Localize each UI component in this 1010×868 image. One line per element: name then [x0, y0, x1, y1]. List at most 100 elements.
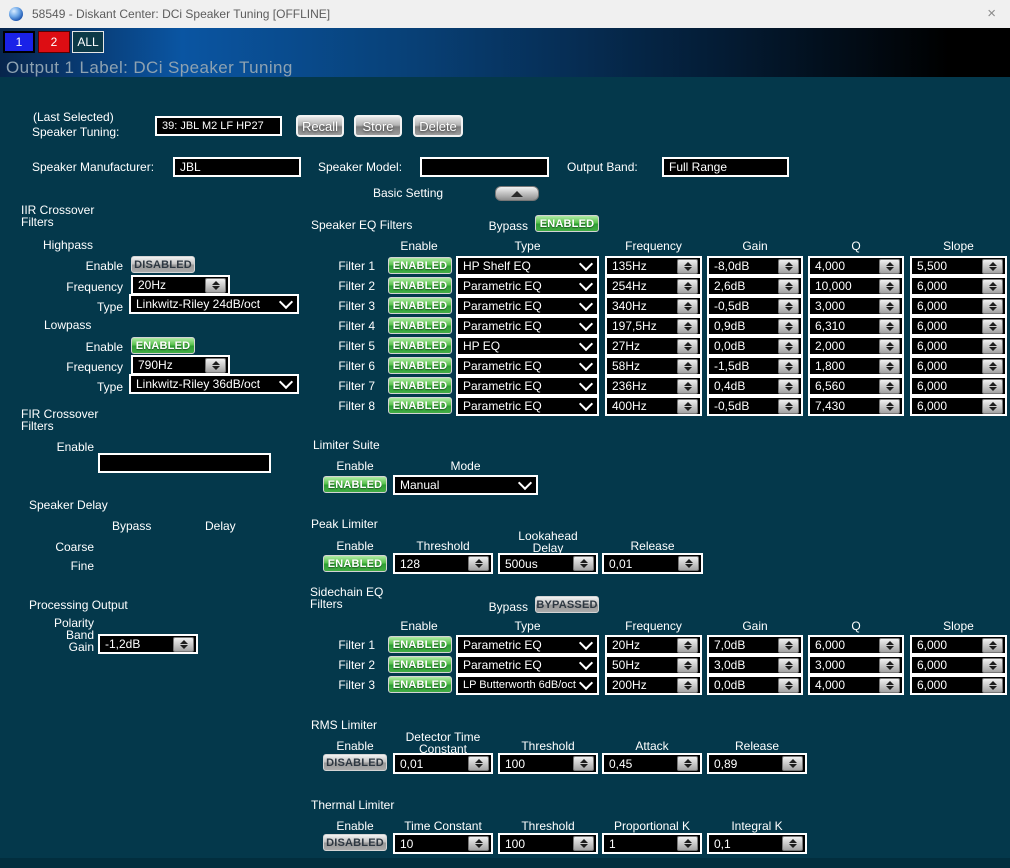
filter-enable-toggle[interactable]: ENABLED	[388, 676, 452, 693]
fir-enable-field[interactable]	[98, 453, 271, 473]
stepper-icon[interactable]	[677, 756, 698, 771]
stepper-icon[interactable]	[778, 379, 799, 394]
filter-q-field[interactable]: 6,310	[808, 316, 904, 336]
stepper-icon[interactable]	[677, 836, 698, 851]
filter-slope-field[interactable]: 6,000	[910, 376, 1007, 396]
filter-slope-field[interactable]: 6,000	[910, 635, 1007, 655]
lp-type-select[interactable]: Linkwitz-Riley 36dB/oct	[129, 374, 299, 394]
filter-frequency-field[interactable]: 254Hz	[605, 276, 702, 296]
band-gain-field[interactable]: -1,2dB	[98, 634, 198, 654]
filter-type-select[interactable]: Parametric EQ	[456, 276, 599, 296]
filter-type-select[interactable]: Parametric EQ	[456, 376, 599, 396]
filter-q-field[interactable]: 10,000	[808, 276, 904, 296]
filter-q-field[interactable]: 1,800	[808, 356, 904, 376]
filter-slope-field[interactable]: 6,000	[910, 655, 1007, 675]
filter-frequency-field[interactable]: 135Hz	[605, 256, 702, 276]
stepper-icon[interactable]	[677, 658, 698, 673]
stepper-icon[interactable]	[879, 279, 900, 294]
stepper-icon[interactable]	[879, 638, 900, 653]
filter-slope-field[interactable]: 6,000	[910, 356, 1007, 376]
stepper-icon[interactable]	[778, 678, 799, 693]
stepper-icon[interactable]	[677, 339, 698, 354]
stepper-icon[interactable]	[677, 399, 698, 414]
speaker-manufacturer-input[interactable]: JBL	[173, 157, 301, 177]
limiter-enable-toggle[interactable]: ENABLED	[323, 476, 387, 493]
filter-type-select[interactable]: Parametric EQ	[456, 316, 599, 336]
filter-frequency-field[interactable]: 27Hz	[605, 336, 702, 356]
hp-enable-toggle[interactable]: DISABLED	[131, 256, 195, 273]
filter-q-field[interactable]: 2,000	[808, 336, 904, 356]
filter-q-field[interactable]: 4,000	[808, 256, 904, 276]
filter-enable-toggle[interactable]: ENABLED	[388, 317, 452, 334]
filter-slope-field[interactable]: 6,000	[910, 396, 1007, 416]
filter-slope-field[interactable]: 6,000	[910, 296, 1007, 316]
filter-type-select[interactable]: LP Butterworth 6dB/oct	[456, 675, 599, 695]
speaker-tuning-input[interactable]: 39: JBL M2 LF HP27	[155, 116, 282, 136]
filter-gain-field[interactable]: 0,0dB	[707, 675, 803, 695]
stepper-icon[interactable]	[205, 358, 226, 373]
stepper-icon[interactable]	[982, 678, 1003, 693]
filter-frequency-field[interactable]: 400Hz	[605, 396, 702, 416]
stepper-icon[interactable]	[468, 756, 489, 771]
tab-all[interactable]: ALL	[72, 31, 104, 53]
filter-q-field[interactable]: 3,000	[808, 655, 904, 675]
filter-enable-toggle[interactable]: ENABLED	[388, 377, 452, 394]
stepper-icon[interactable]	[677, 319, 698, 334]
stepper-icon[interactable]	[778, 359, 799, 374]
stepper-icon[interactable]	[879, 339, 900, 354]
thermal-integral-field[interactable]: 0,1	[707, 833, 807, 854]
filter-q-field[interactable]: 6,560	[808, 376, 904, 396]
stepper-icon[interactable]	[879, 259, 900, 274]
stepper-icon[interactable]	[982, 259, 1003, 274]
filter-slope-field[interactable]: 5,500	[910, 256, 1007, 276]
stepper-icon[interactable]	[782, 756, 803, 771]
stepper-icon[interactable]	[982, 279, 1003, 294]
stepper-icon[interactable]	[677, 259, 698, 274]
filter-q-field[interactable]: 7,430	[808, 396, 904, 416]
stepper-icon[interactable]	[778, 339, 799, 354]
stepper-icon[interactable]	[982, 379, 1003, 394]
stepper-icon[interactable]	[778, 399, 799, 414]
stepper-icon[interactable]	[879, 678, 900, 693]
stepper-icon[interactable]	[879, 399, 900, 414]
filter-type-select[interactable]: Parametric EQ	[456, 296, 599, 316]
filter-enable-toggle[interactable]: ENABLED	[388, 636, 452, 653]
stepper-icon[interactable]	[205, 278, 226, 293]
filter-enable-toggle[interactable]: ENABLED	[388, 297, 452, 314]
stepper-icon[interactable]	[677, 359, 698, 374]
filter-gain-field[interactable]: 2,6dB	[707, 276, 803, 296]
stepper-icon[interactable]	[778, 279, 799, 294]
store-button[interactable]: Store	[354, 115, 402, 137]
filter-gain-field[interactable]: 0,4dB	[707, 376, 803, 396]
filter-type-select[interactable]: Parametric EQ	[456, 396, 599, 416]
thermal-threshold-field[interactable]: 100	[498, 833, 598, 854]
sidechain-bypass-toggle[interactable]: BYPASSED	[535, 596, 599, 613]
filter-frequency-field[interactable]: 58Hz	[605, 356, 702, 376]
rms-detector-field[interactable]: 0,01	[393, 753, 493, 774]
stepper-icon[interactable]	[782, 836, 803, 851]
stepper-icon[interactable]	[879, 359, 900, 374]
filter-gain-field[interactable]: -8,0dB	[707, 256, 803, 276]
filter-type-select[interactable]: Parametric EQ	[456, 635, 599, 655]
lp-enable-toggle[interactable]: ENABLED	[131, 337, 195, 354]
stepper-icon[interactable]	[982, 399, 1003, 414]
tab-output-1[interactable]: 1	[3, 31, 35, 53]
stepper-icon[interactable]	[778, 299, 799, 314]
peak-lookahead-field[interactable]: 500us	[498, 553, 598, 574]
stepper-icon[interactable]	[573, 836, 594, 851]
stepper-icon[interactable]	[879, 299, 900, 314]
stepper-icon[interactable]	[982, 299, 1003, 314]
tab-output-2[interactable]: 2	[38, 31, 70, 53]
filter-q-field[interactable]: 3,000	[808, 296, 904, 316]
stepper-icon[interactable]	[982, 638, 1003, 653]
peak-enable-toggle[interactable]: ENABLED	[323, 555, 387, 572]
filter-frequency-field[interactable]: 50Hz	[605, 655, 702, 675]
filter-gain-field[interactable]: -1,5dB	[707, 356, 803, 376]
thermal-time-constant-field[interactable]: 10	[393, 833, 493, 854]
thermal-enable-toggle[interactable]: DISABLED	[323, 834, 387, 851]
rms-enable-toggle[interactable]: DISABLED	[323, 754, 387, 771]
stepper-icon[interactable]	[173, 637, 194, 652]
basic-setting-collapse-button[interactable]	[495, 186, 539, 201]
stepper-icon[interactable]	[677, 299, 698, 314]
hp-frequency-field[interactable]: 20Hz	[131, 275, 230, 295]
